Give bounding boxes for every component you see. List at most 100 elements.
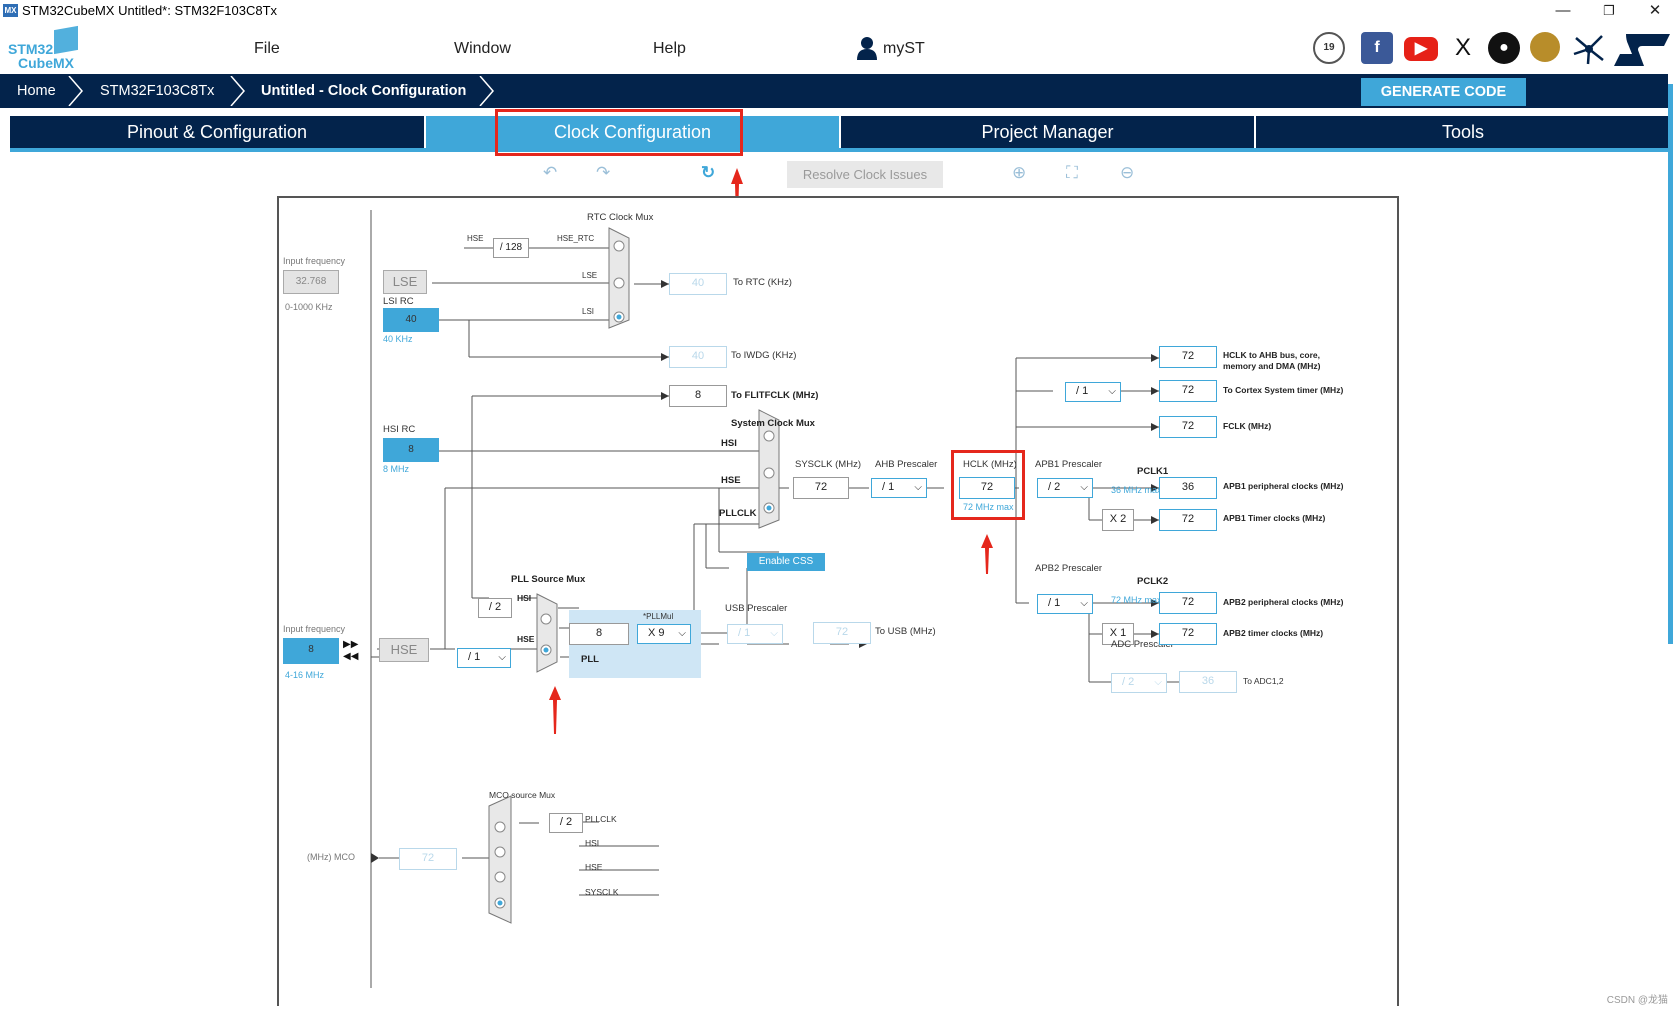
- hse-input-frequency-label: Input frequency: [283, 624, 346, 634]
- hse-divider-value: / 1: [468, 651, 481, 663]
- system-clock-mux-label: System Clock Mux: [731, 418, 815, 429]
- to-usb-label: To USB (MHz): [875, 626, 936, 637]
- adc-prescaler-select[interactable]: / 2 ⌵: [1111, 673, 1167, 693]
- pll-label: PLL: [581, 654, 599, 665]
- fit-icon[interactable]: ⛶: [1066, 163, 1078, 183]
- apb1-prescaler-select[interactable]: / 2 ⌵: [1037, 478, 1093, 498]
- fclk-label: FCLK (MHz): [1223, 421, 1272, 431]
- pclk1-label: PCLK1: [1137, 466, 1169, 477]
- chevron-down-icon: ⌵: [1108, 386, 1116, 397]
- div128-box: / 128: [493, 238, 529, 258]
- vertical-scrollbar[interactable]: [1668, 84, 1673, 644]
- pclk1-max-label: 36 MHz max: [1111, 485, 1162, 495]
- mco-output-label: (MHz) MCO: [307, 852, 355, 862]
- anniversary-icon[interactable]: 19: [1313, 32, 1345, 64]
- network-icon[interactable]: [1572, 32, 1606, 66]
- watermark: CSDN @龙猫: [1606, 995, 1668, 1006]
- logo-line1: STM32: [8, 41, 54, 57]
- pclk2-label: PCLK2: [1137, 576, 1169, 587]
- tab-pinout[interactable]: Pinout & Configuration: [10, 116, 424, 148]
- menu-file[interactable]: File: [254, 40, 280, 58]
- minimize-button[interactable]: —: [1540, 0, 1586, 24]
- apb1-peripheral-output: 36: [1159, 477, 1217, 499]
- resolve-clock-issues-button[interactable]: Resolve Clock Issues: [787, 161, 943, 188]
- hse-input-label: HSE: [467, 234, 484, 243]
- pclk2-max-label: 72 MHz max: [1111, 595, 1162, 605]
- restore-button[interactable]: ❐: [1586, 0, 1632, 24]
- lsi-rc-label: LSI RC: [383, 296, 414, 307]
- hsi-rc-label: HSI RC: [383, 424, 416, 435]
- menu-myst[interactable]: myST: [883, 40, 925, 58]
- rtc-clock-mux-label: RTC Clock Mux: [587, 212, 654, 223]
- apb2-prescaler-select[interactable]: / 1 ⌵: [1037, 594, 1093, 614]
- refresh-icon[interactable]: ↻: [701, 163, 715, 183]
- pll-hse-label: HSE: [517, 634, 535, 644]
- hse-frequency-input[interactable]: 8: [283, 638, 339, 664]
- generate-code-button[interactable]: GENERATE CODE: [1361, 78, 1526, 106]
- lsi-signal-label: LSI: [582, 307, 595, 316]
- cortex-timer-output: 72: [1159, 380, 1217, 402]
- crumb-home[interactable]: Home: [17, 74, 56, 108]
- tab-underline: [10, 148, 1670, 152]
- title-bar: MX STM32CubeMX Untitled*: STM32F103C8Tx …: [0, 0, 1680, 24]
- ahb-prescaler-value: / 1: [882, 481, 895, 493]
- apb2-prescaler-value: / 1: [1048, 597, 1061, 609]
- apb1-peripheral-label: APB1 peripheral clocks (MHz): [1223, 481, 1344, 491]
- chevron-down-icon: ⌵: [498, 652, 506, 663]
- to-adc-label: To ADC1,2: [1243, 676, 1284, 686]
- arrow-annotation: [549, 686, 561, 734]
- hse-range-label: 4-16 MHz: [285, 670, 325, 680]
- logo-line2: CubeMX: [18, 55, 74, 71]
- undo-icon[interactable]: ↶: [543, 163, 557, 183]
- cortex-timer-label: To Cortex System timer (MHz): [1223, 385, 1344, 395]
- hclk-highlight-box: [951, 450, 1025, 520]
- mco-pllclk-label: PLLCLK: [585, 814, 617, 824]
- hclk-ahb-label: HCLK to AHB bus, core, memory and DMA (M…: [1223, 350, 1321, 371]
- highlight-box: [495, 109, 743, 156]
- zoom-in-icon[interactable]: ⊕: [1012, 163, 1026, 183]
- user-icon[interactable]: [856, 36, 878, 60]
- github-icon[interactable]: ●: [1488, 32, 1520, 64]
- redo-icon[interactable]: ↷: [596, 163, 610, 183]
- menu-window[interactable]: Window: [454, 40, 511, 58]
- apb1-prescaler-label: APB1 Prescaler: [1035, 459, 1103, 470]
- mco-output-value: 72: [399, 848, 457, 870]
- youtube-icon[interactable]: ▶: [1404, 37, 1438, 61]
- cortex-divider-select[interactable]: / 1 ⌵: [1065, 382, 1121, 402]
- rtc-output-value: 40: [669, 273, 727, 295]
- usb-output-value: 72: [813, 622, 871, 644]
- usb-prescaler-label: USB Prescaler: [725, 603, 788, 614]
- mco-sysclk-label: SYSCLK: [585, 887, 619, 897]
- chevron-right-icon: [479, 76, 494, 106]
- facebook-icon[interactable]: f: [1361, 32, 1393, 64]
- x-icon[interactable]: X: [1447, 32, 1479, 64]
- chevron-right-icon: [230, 76, 245, 106]
- lse-frequency-input[interactable]: 32.768: [283, 270, 339, 294]
- pllmul-select[interactable]: X 9 ⌵: [637, 624, 691, 644]
- menu-help[interactable]: Help: [653, 40, 686, 58]
- community-icon[interactable]: [1530, 32, 1560, 62]
- window-title: STM32CubeMX Untitled*: STM32F103C8Tx: [22, 3, 278, 18]
- lse-signal-label: LSE: [582, 271, 598, 280]
- sysclk-value: 72: [793, 477, 849, 499]
- st-logo-icon[interactable]: [1612, 32, 1672, 68]
- sysmux-hse-label: HSE: [721, 475, 741, 486]
- tab-tools[interactable]: Tools: [1256, 116, 1670, 148]
- hse-divider-select[interactable]: / 1 ⌵: [457, 648, 511, 668]
- apb2-peripheral-label: APB2 peripheral clocks (MHz): [1223, 597, 1344, 607]
- chevron-down-icon: ⌵: [770, 628, 778, 639]
- close-button[interactable]: ✕: [1632, 0, 1678, 24]
- hsi-rc-value: 8: [383, 438, 439, 462]
- crumb-mcu[interactable]: STM32F103C8Tx: [100, 74, 214, 108]
- hse-rtc-label: HSE_RTC: [557, 234, 595, 243]
- sysmux-pllclk-label: PLLCLK: [719, 508, 757, 519]
- tab-project-manager[interactable]: Project Manager: [841, 116, 1254, 148]
- hsi-mhz-label: 8 MHz: [383, 464, 410, 474]
- zoom-out-icon[interactable]: ⊖: [1120, 163, 1134, 183]
- app-logo: STM32 CubeMX: [8, 42, 74, 70]
- adc-output: 36: [1179, 671, 1237, 693]
- crumb-project[interactable]: Untitled - Clock Configuration: [261, 74, 466, 108]
- enable-css-button[interactable]: Enable CSS: [747, 553, 825, 571]
- usb-prescaler-select[interactable]: / 1 ⌵: [727, 624, 783, 644]
- ahb-prescaler-select[interactable]: / 1 ⌵: [871, 478, 927, 498]
